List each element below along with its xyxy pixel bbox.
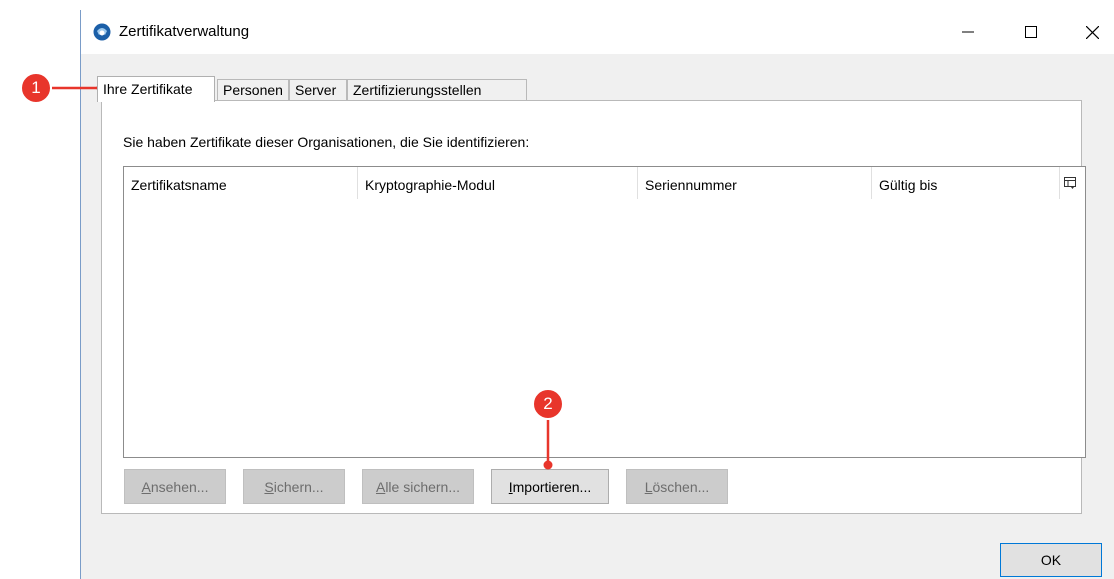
panel-description: Sie haben Zertifikate dieser Organisatio… — [123, 134, 530, 150]
backup-all-button[interactable]: Alle sichern... — [362, 469, 474, 504]
close-button[interactable] — [1069, 10, 1114, 54]
column-header-valid-until[interactable]: Gültig bis — [872, 167, 1060, 199]
minimize-icon — [962, 31, 974, 33]
import-button[interactable]: Importieren... — [491, 469, 609, 504]
tab-personen[interactable]: Personen — [217, 79, 289, 101]
window-title: Zertifikatverwaltung — [119, 23, 250, 40]
column-header-name[interactable]: Zertifikatsname — [124, 167, 358, 199]
tab-server[interactable]: Server — [289, 79, 347, 101]
minimize-button[interactable] — [945, 10, 991, 54]
certificate-table[interactable]: Zertifikatsname Kryptographie-Modul Seri… — [123, 166, 1086, 458]
tab-zertifizierungsstellen[interactable]: Zertifizierungsstellen — [347, 79, 527, 101]
column-header-module[interactable]: Kryptographie-Modul — [358, 167, 638, 199]
tab-ihre-zertifikate[interactable]: Ihre Zertifikate — [97, 76, 215, 102]
maximize-icon — [1025, 26, 1037, 38]
tab-panel-ihre-zertifikate: Sie haben Zertifikate dieser Organisatio… — [101, 100, 1086, 514]
delete-button[interactable]: Löschen... — [626, 469, 728, 504]
backup-button[interactable]: Sichern... — [243, 469, 345, 504]
title-bar: Zertifikatverwaltung — [81, 10, 1114, 54]
close-icon — [1085, 25, 1099, 39]
certificate-manager-window: Zertifikatverwaltung Ihre Zertifikate Pe… — [80, 10, 1114, 579]
maximize-button[interactable] — [1008, 10, 1054, 54]
callout-1-number: 1 — [31, 78, 41, 97]
callout-2-number: 2 — [543, 394, 553, 413]
column-picker-icon[interactable] — [1063, 176, 1079, 192]
view-button[interactable]: Ansehen... — [124, 469, 226, 504]
ok-button[interactable]: OK — [1000, 543, 1102, 577]
thunderbird-app-icon — [93, 23, 111, 41]
column-header-serial[interactable]: Seriennummer — [638, 167, 872, 199]
